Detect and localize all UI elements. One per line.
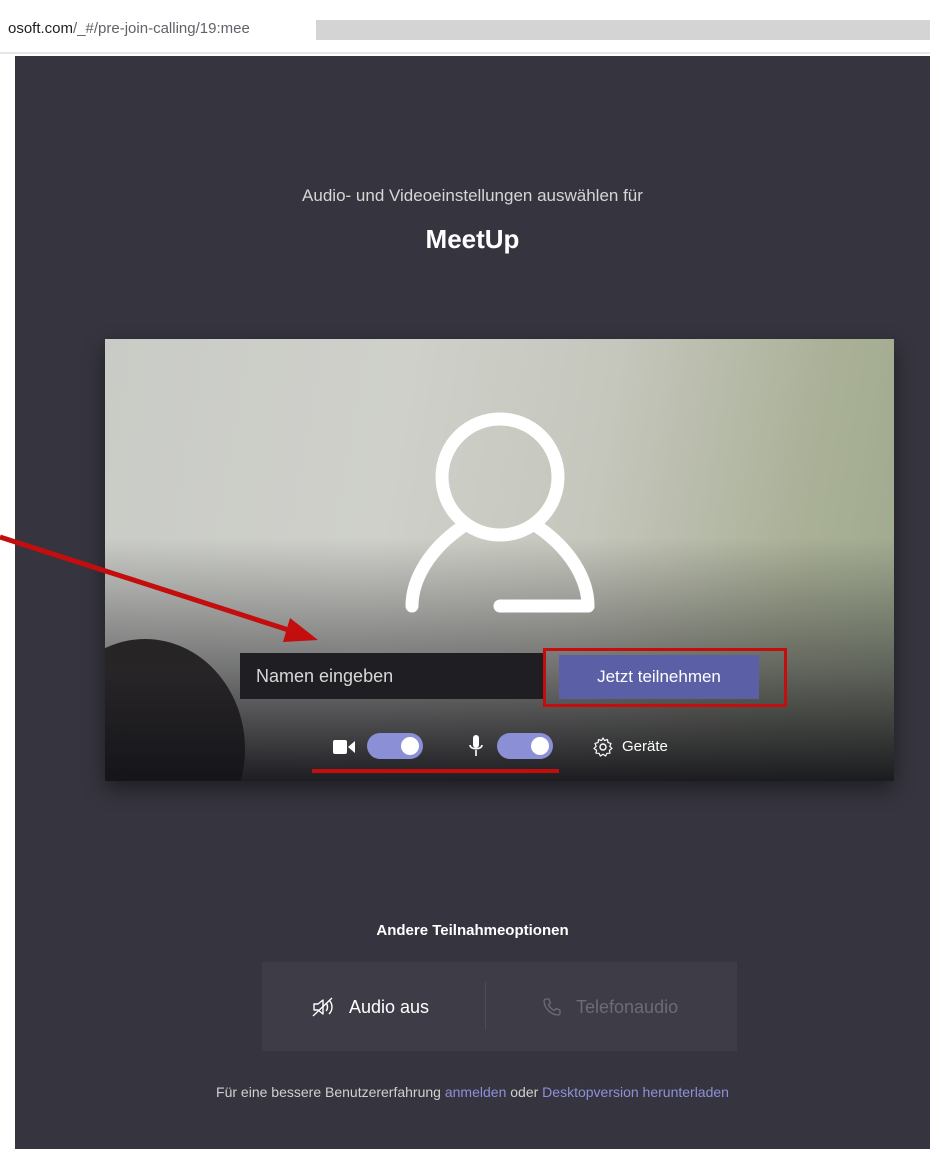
camera-icon[interactable] [333,739,355,755]
url-path: /_#/pre-join-calling/19:mee [73,20,250,37]
name-input[interactable] [240,653,546,699]
meeting-title: MeetUp [425,224,520,254]
microphone-toggle-knob [531,737,549,755]
microphone-icon[interactable] [469,735,483,757]
audio-off-button[interactable]: Audio aus [262,962,485,1051]
audio-off-label: Audio aus [349,997,430,1017]
download-desktop-link[interactable]: Desktopversion herunterladen [542,1084,729,1100]
footer-text: Für eine bessere Benutzererfahrung anmel… [15,1084,930,1100]
signin-link[interactable]: anmelden [445,1084,507,1100]
phone-audio-label: Telefonaudio [576,997,679,1017]
microphone-toggle[interactable] [497,733,553,759]
camera-toggle-knob [401,737,419,755]
devices-settings-link[interactable]: Geräte [622,738,668,755]
join-now-button[interactable]: Jetzt teilnehmen [559,655,759,699]
person-avatar-icon [405,412,595,613]
settings-prompt: Audio- und Videoeinstellungen auswählen … [302,186,643,205]
url-text[interactable]: osoft.com/_#/pre-join-calling/19:mee [8,20,250,37]
url-domain: osoft.com [8,20,74,37]
teams-prejoin-screen: Audio- und Videoeinstellungen auswählen … [15,56,930,1149]
phone-audio-button[interactable]: Telefonaudio [486,962,737,1051]
other-options-title: Andere Teilnahmeoptionen [376,922,569,939]
other-join-options: Audio aus Telefonaudio [262,962,737,1051]
video-preview: Jetzt teilnehmen Geräte [105,339,894,781]
url-redaction [316,20,930,40]
footer-text-middle: oder [510,1084,539,1100]
footer-text-before: Für eine bessere Benutzererfahrung [216,1084,441,1100]
speaker-muted-icon [312,997,333,1017]
browser-address-bar: osoft.com/_#/pre-join-calling/19:mee [0,0,930,54]
gear-icon[interactable] [593,737,613,757]
phone-icon [543,998,561,1016]
camera-toggle[interactable] [367,733,423,759]
toggles-annotation-underline [312,769,559,773]
